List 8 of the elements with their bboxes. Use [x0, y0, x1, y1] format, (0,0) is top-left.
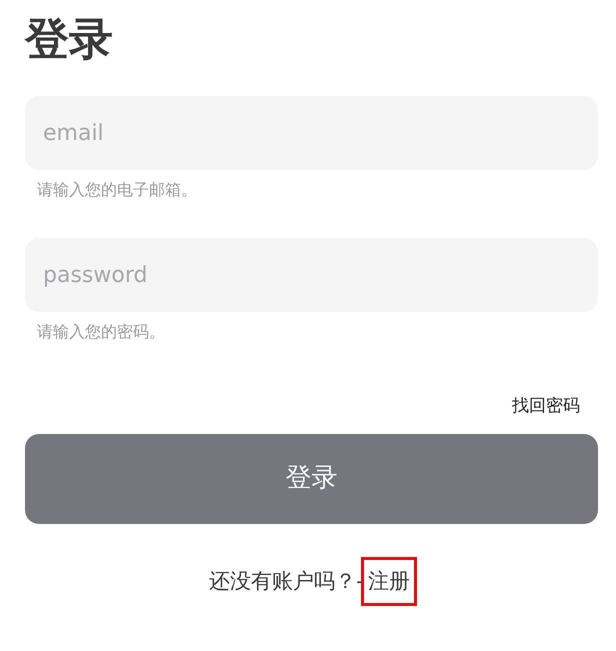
login-button[interactable]: 登录 [25, 434, 598, 524]
field-hint: 请输入您的密码。 [37, 321, 166, 343]
forgot-password-link[interactable]: 找回密码 [512, 394, 580, 420]
field-hint: 请输入您的电子邮箱。 [37, 179, 198, 201]
input-field[interactable]: password [25, 238, 598, 312]
page-title: 登录 [25, 13, 114, 67]
input-field[interactable]: email [25, 96, 598, 170]
register-link[interactable]: 注册 [364, 560, 414, 603]
